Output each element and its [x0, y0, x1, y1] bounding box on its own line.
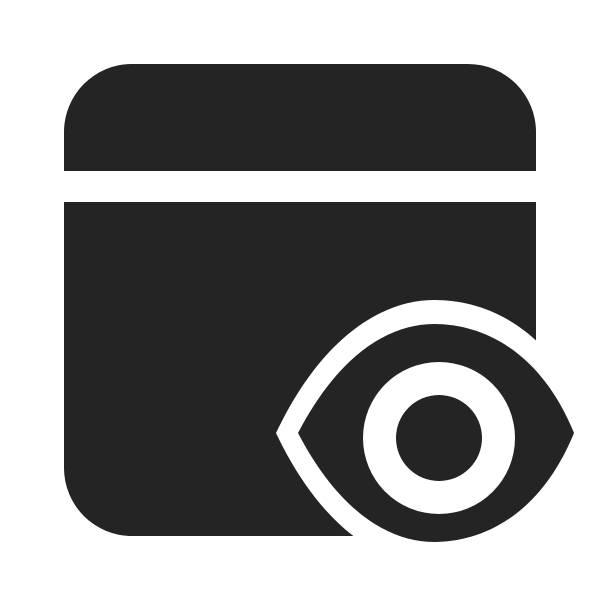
window-eye-icon	[64, 64, 574, 542]
icon-canvas	[0, 0, 600, 600]
